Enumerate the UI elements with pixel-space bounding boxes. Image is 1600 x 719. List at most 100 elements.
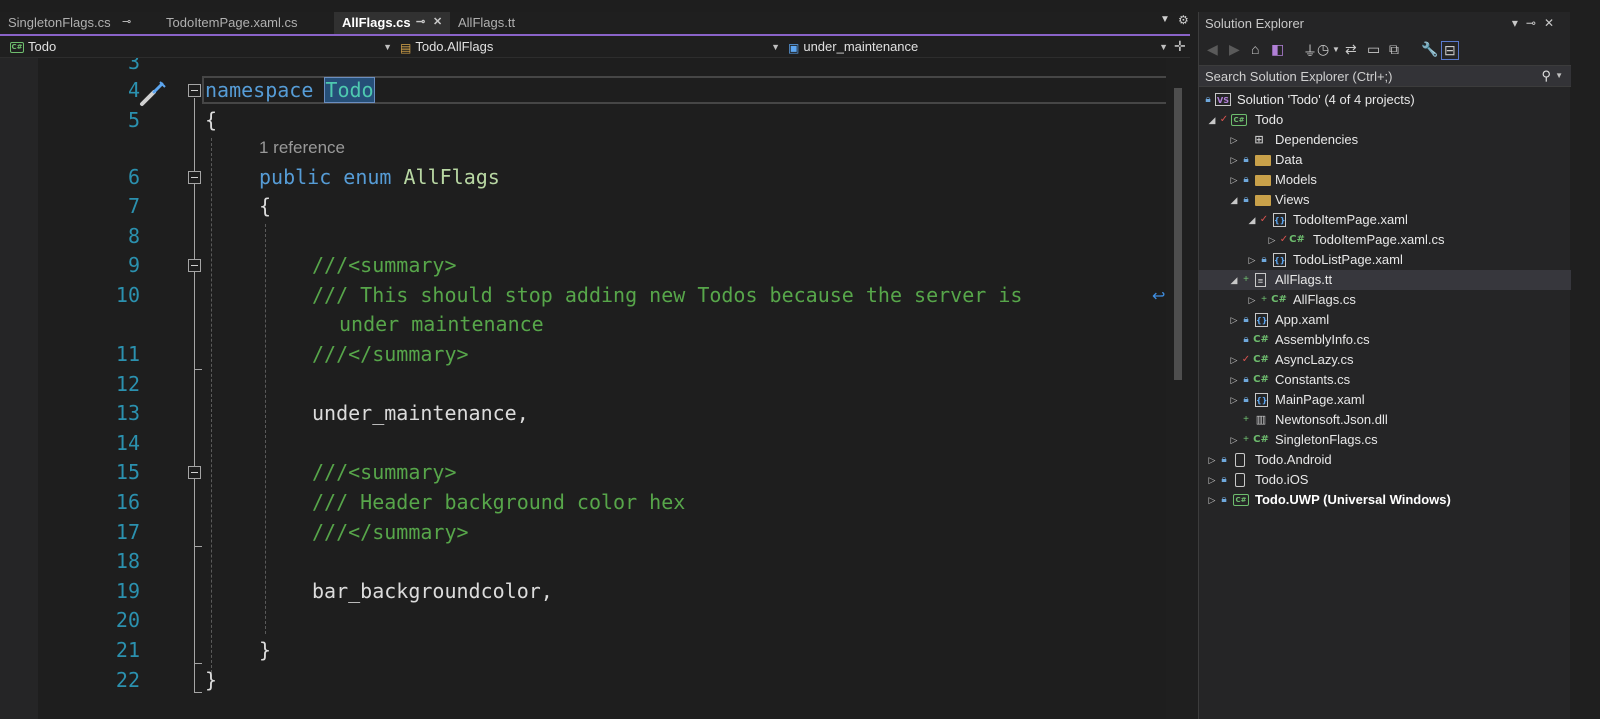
tree-item-project-todo-ios[interactable]: ▷ 🔒︎ Todo.iOS xyxy=(1199,470,1571,490)
expanded-arrow-icon[interactable]: ◢ xyxy=(1229,270,1239,290)
member-dropdown[interactable]: ▣ under_maintenance ▼ xyxy=(788,38,1168,56)
collapse-summary-toggle[interactable] xyxy=(188,466,201,479)
tree-item-todolistpage-xaml[interactable]: ▷ 🔒︎ {} TodoListPage.xaml xyxy=(1199,250,1571,270)
line-number: 11 xyxy=(115,342,140,366)
expanded-arrow-icon[interactable]: ◢ xyxy=(1247,210,1257,230)
line-number: 15 xyxy=(115,460,140,484)
back-icon[interactable]: ◀ xyxy=(1207,41,1218,58)
csharp-file-icon: C# xyxy=(1289,234,1305,245)
chevron-down-icon[interactable]: ▼ xyxy=(1555,71,1563,80)
expanded-arrow-icon[interactable]: ◢ xyxy=(1229,190,1239,210)
tree-item-folder-data[interactable]: ▷ 🔒︎ Data xyxy=(1199,150,1571,170)
lock-icon: 🔒︎ xyxy=(1221,474,1227,485)
collapsed-arrow-icon[interactable]: ▷ xyxy=(1229,170,1239,190)
tree-item-constants-cs[interactable]: ▷ 🔒︎ C# Constants.cs xyxy=(1199,370,1571,390)
tree-item-allflags-tt[interactable]: ◢ + ≡ AllFlags.tt xyxy=(1199,270,1571,290)
collapsed-arrow-icon[interactable]: ▷ xyxy=(1229,130,1239,150)
collapsed-arrow-icon[interactable]: ▷ xyxy=(1229,350,1239,370)
collapsed-arrow-icon[interactable]: ▷ xyxy=(1229,390,1239,410)
tree-item-project-todo-uwp[interactable]: ▷ 🔒︎ C# Todo.UWP (Universal Windows) xyxy=(1199,490,1571,510)
dependencies-icon: ⊞ xyxy=(1254,133,1264,146)
show-all-files-icon[interactable]: ⧉ xyxy=(1389,41,1399,58)
checkmark-icon: ✓ xyxy=(1241,354,1251,365)
home-icon[interactable]: ⌂ xyxy=(1251,41,1259,57)
enum-name-token: AllFlags xyxy=(403,165,500,189)
expanded-arrow-icon[interactable]: ◢ xyxy=(1207,110,1217,130)
tree-item-project-todo[interactable]: ◢ ✓ C# Todo xyxy=(1199,110,1571,130)
tree-item-assemblyinfo-cs[interactable]: 🔒︎ C# AssemblyInfo.cs xyxy=(1199,330,1571,350)
collapsed-arrow-icon[interactable]: ▷ xyxy=(1229,370,1239,390)
tab-allflags-tt[interactable]: AllFlags.tt xyxy=(450,12,570,34)
collapsed-arrow-icon[interactable]: ▷ xyxy=(1229,310,1239,330)
sync-with-active-document-icon[interactable]: ⇄ xyxy=(1345,41,1357,58)
pending-changes-filter-icon[interactable]: ⏚ xyxy=(1303,41,1317,61)
tree-item-todoitempage-xaml-cs[interactable]: ▷ ✓ C# TodoItemPage.xaml.cs xyxy=(1199,230,1571,250)
search-icon[interactable]: ⚲ xyxy=(1541,68,1551,84)
chevron-down-icon[interactable]: ▼ xyxy=(1332,45,1340,54)
collapsed-arrow-icon[interactable]: ▷ xyxy=(1229,150,1239,170)
split-window-icon[interactable]: ✛ xyxy=(1174,38,1186,55)
quick-actions-screwdriver-icon[interactable] xyxy=(138,78,168,108)
tree-item-label: Solution 'Todo' (4 of 4 projects) xyxy=(1237,92,1415,107)
code-line-22: } xyxy=(205,668,218,692)
properties-wrench-icon[interactable]: 🔧 xyxy=(1421,41,1438,58)
tree-item-label: TodoListPage.xaml xyxy=(1293,252,1403,267)
collapsed-arrow-icon[interactable]: ▷ xyxy=(1247,250,1257,270)
tab-singletonflags-cs[interactable]: SingletonFlags.cs ⊸ xyxy=(0,12,158,34)
history-icon[interactable]: ◷ xyxy=(1317,41,1329,58)
preview-selected-items-icon[interactable]: ⊟ xyxy=(1441,41,1459,60)
code-line-7: { xyxy=(259,194,272,218)
close-icon[interactable]: ✕ xyxy=(433,12,442,33)
tree-item-folder-views[interactable]: ◢ 🔒︎ Views xyxy=(1199,190,1571,210)
collapsed-arrow-icon[interactable]: ▷ xyxy=(1267,230,1277,250)
collapse-summary-toggle[interactable] xyxy=(188,259,201,272)
tree-item-todoitempage-xaml[interactable]: ◢ ✓ {} TodoItemPage.xaml xyxy=(1199,210,1571,230)
tree-item-dependencies[interactable]: ▷ ⊞ Dependencies xyxy=(1199,130,1571,150)
collapsed-arrow-icon[interactable]: ▷ xyxy=(1207,450,1217,470)
pin-icon[interactable]: ⊸ xyxy=(1526,16,1544,30)
code-text-area[interactable]: 3 4 5 6 7 8 9 10 11 12 13 14 15 16 17 18… xyxy=(0,58,1176,719)
tree-item-singletonflags-cs[interactable]: ▷ + C# SingletonFlags.cs xyxy=(1199,430,1571,450)
tab-todoitempage-xaml-cs[interactable]: TodoItemPage.xaml.cs xyxy=(158,12,334,34)
pin-icon[interactable]: ⊸ xyxy=(122,12,131,33)
tab-overflow-dropdown-icon[interactable]: ▼ xyxy=(1160,14,1170,25)
collapsed-arrow-icon[interactable]: ▷ xyxy=(1207,490,1217,510)
tree-item-allflags-cs[interactable]: ▷ + C# AllFlags.cs xyxy=(1199,290,1571,310)
tree-item-newtonsoft-json-dll[interactable]: + ▥ Newtonsoft.Json.dll xyxy=(1199,410,1571,430)
line-number: 20 xyxy=(115,608,140,632)
forward-icon[interactable]: ▶ xyxy=(1229,41,1240,58)
project-dropdown[interactable]: C# Todo ▼ xyxy=(10,38,392,56)
switch-views-icon[interactable]: ◧ xyxy=(1271,41,1284,58)
collapsed-arrow-icon[interactable]: ▷ xyxy=(1247,290,1257,310)
project-dropdown-value: Todo xyxy=(28,39,57,54)
tab-allflags-cs[interactable]: AllFlags.cs ⊸ ✕ xyxy=(334,12,450,34)
lock-icon: 🔒︎ xyxy=(1243,314,1249,325)
type-dropdown[interactable]: ▤ Todo.AllFlags ▼ xyxy=(400,38,780,56)
tree-item-asynclazy-cs[interactable]: ▷ ✓ C# AsyncLazy.cs xyxy=(1199,350,1571,370)
collapse-all-icon[interactable]: ▭ xyxy=(1367,41,1380,58)
chevron-down-icon[interactable]: ▾ xyxy=(1512,16,1526,30)
indent-guide xyxy=(211,138,212,678)
collapsed-arrow-icon[interactable]: ▷ xyxy=(1229,430,1239,450)
tree-item-mainpage-xaml[interactable]: ▷ 🔒︎ {} MainPage.xaml xyxy=(1199,390,1571,410)
xaml-file-icon: {} xyxy=(1273,213,1286,227)
tree-item-folder-models[interactable]: ▷ 🔒︎ Models xyxy=(1199,170,1571,190)
code-line-4: namespace Todo xyxy=(205,77,375,103)
scrollbar-thumb[interactable] xyxy=(1174,88,1182,380)
vertical-scrollbar[interactable] xyxy=(1166,58,1190,719)
codelens-references-link[interactable]: 1 reference xyxy=(259,138,345,158)
tree-item-project-todo-android[interactable]: ▷ 🔒︎ Todo.Android xyxy=(1199,450,1571,470)
tree-item-label: AssemblyInfo.cs xyxy=(1275,332,1370,347)
collapse-enum-toggle[interactable] xyxy=(188,171,201,184)
line-number: 4 xyxy=(127,78,140,102)
keyword-token: public xyxy=(259,165,332,189)
tree-item-label: TodoItemPage.xaml.cs xyxy=(1313,232,1445,247)
pin-icon[interactable]: ⊸ xyxy=(416,12,425,33)
solution-explorer-search-box[interactable]: Search Solution Explorer (Ctrl+;) ⚲ ▼ xyxy=(1199,65,1571,87)
close-icon[interactable]: ✕ xyxy=(1544,16,1562,30)
collapsed-arrow-icon[interactable]: ▷ xyxy=(1207,470,1217,490)
gear-icon[interactable]: ⚙ xyxy=(1178,13,1189,27)
collapse-namespace-toggle[interactable] xyxy=(188,84,201,97)
tree-item-app-xaml[interactable]: ▷ 🔒︎ {} App.xaml xyxy=(1199,310,1571,330)
tree-item-solution[interactable]: 🔒︎ VS Solution 'Todo' (4 of 4 projects) xyxy=(1199,90,1571,110)
